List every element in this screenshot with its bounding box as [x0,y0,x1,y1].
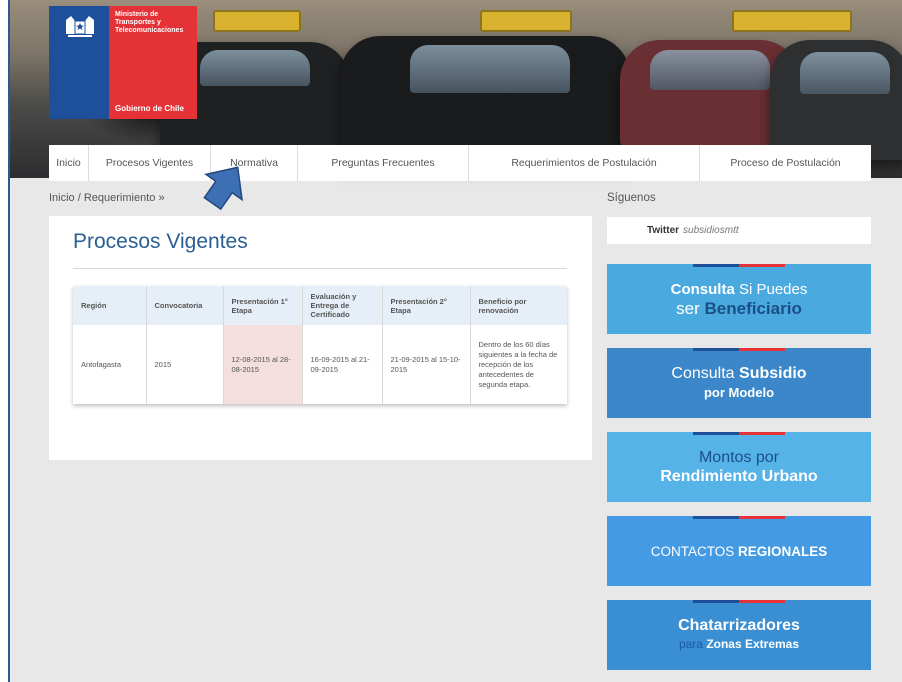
title-divider [73,268,567,269]
main-content-panel: Procesos Vigentes Región Convocatoria Pr… [49,216,592,460]
ministry-name: Ministerio de Transportes y Telecomunica… [115,11,184,34]
column-header: Beneficio por renovación [470,286,567,325]
promo-text: Consulta [671,365,740,382]
promo-line-1: Consulta Si Puedes [671,280,808,299]
processes-table: Región Convocatoria Presentación 1° Etap… [73,286,567,404]
nav-item-proceso-postulacion[interactable]: Proceso de Postulación [700,145,871,181]
promo-check-eligibility[interactable]: Consulta Si Puedes ser Beneficiario [607,264,871,334]
car-windshield [800,52,890,94]
page-title: Procesos Vigentes [73,230,248,253]
promo-accent-bar [693,264,785,267]
promo-subsidy-by-model[interactable]: Consulta Subsidio por Modelo [607,348,871,418]
promo-text-bold: REGIONALES [738,543,828,559]
promo-line-1: CONTACTOS REGIONALES [651,542,828,561]
promo-accent-bar [693,348,785,351]
promo-regional-contacts[interactable]: CONTACTOS REGIONALES [607,516,871,586]
nav-item-inicio[interactable]: Inicio [49,145,89,181]
promo-text-bold: Consulta [670,281,735,298]
table-cell: 16-09-2015 al 21-09-2015 [302,325,383,404]
promo-text: Si Puedes [734,281,808,298]
promo-line-2: ser Beneficiario [676,299,802,318]
browser-frame: Ministerio de Transportes y Telecomunica… [8,0,902,682]
taxi-sign [213,10,301,32]
column-header: Evaluación y Entrega de Certificado [302,286,383,325]
column-header: Presentación 2° Etapa [382,286,471,325]
car-windshield [410,45,570,93]
promo-text-bold: Zonas Extremas [702,637,800,651]
promo-scrappers-extreme-zones[interactable]: Chatarrizadores para Zonas Extremas [607,600,871,670]
chile-coat-of-arms-icon [66,16,94,37]
column-header: Región [73,286,147,325]
column-header: Convocatoria [146,286,224,325]
taxi-sign [480,10,572,32]
promo-line-1: Consulta Subsidio [671,364,806,383]
promo-line-2: por Modelo [703,385,775,400]
promo-urban-performance[interactable]: Montos por Rendimiento Urbano [607,432,871,502]
promo-line-1: Montos por [698,449,780,466]
table-cell: 12-08-2015 al 28-08-2015 [223,325,303,404]
nav-item-preguntas-frecuentes[interactable]: Preguntas Frecuentes [298,145,469,181]
table-cell: 21-09-2015 al 15-10-2015 [382,325,471,404]
table-cell: Dentro de los 60 días siguientes a la fe… [478,339,558,389]
promo-text: para [678,637,703,651]
car-windshield [200,50,310,86]
twitter-widget[interactable]: Twitter subsidiosmtt [607,217,871,244]
car-windshield [650,50,770,90]
table-cell: Antofagasta [73,325,147,404]
table-header-row: Región Convocatoria Presentación 1° Etap… [73,286,567,325]
table-row: Antofagasta 2015 12-08-2015 al 28-08-201… [73,325,567,404]
nav-item-requerimientos[interactable]: Requerimientos de Postulación [469,145,700,181]
column-header: Presentación 1° Etapa [223,286,303,325]
twitter-label: Twitter [647,225,680,236]
promo-line-1: Chatarrizadores [678,617,800,634]
promo-text: CONTACTOS [650,543,738,559]
promo-text: ser [676,299,705,318]
promo-text-bold: Beneficiario [704,299,802,318]
breadcrumb[interactable]: Inicio / Requerimiento » [49,192,165,204]
main-navigation: Inicio Procesos Vigentes Normativa Pregu… [49,145,871,181]
twitter-handle[interactable]: subsidiosmtt [683,225,739,236]
promo-accent-bar [693,432,785,435]
promo-text-bold: Subsidio [739,365,807,382]
taxi-sign [732,10,852,32]
promo-line-2: para Zonas Extremas [679,635,799,654]
promo-line-2: Rendimiento Urbano [660,468,818,485]
table-cell: 2015 [146,325,224,404]
pointer-arrow-icon [203,166,243,211]
promo-accent-bar [693,600,785,603]
government-name: Gobierno de Chile [115,104,184,113]
follow-us-label: Síguenos [607,192,656,204]
nav-item-procesos-vigentes[interactable]: Procesos Vigentes [89,145,211,181]
promo-accent-bar [693,516,785,519]
government-logo[interactable]: Ministerio de Transportes y Telecomunica… [49,6,197,119]
